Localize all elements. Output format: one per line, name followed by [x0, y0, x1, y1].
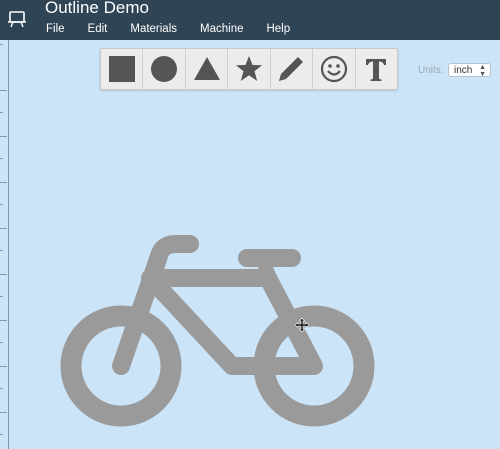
text-tool[interactable]: [356, 49, 397, 89]
units-label: Units:: [418, 65, 444, 76]
text-icon: [366, 59, 387, 81]
triangle-icon: [193, 57, 220, 80]
menu-machine[interactable]: Machine: [200, 22, 243, 38]
app-header: Outline Demo File Edit Materials Machine…: [0, 0, 500, 40]
pencil-icon: [279, 57, 304, 81]
vertical-ruler: [0, 40, 9, 449]
square-tool[interactable]: [101, 49, 144, 89]
star-icon: [235, 56, 262, 81]
menu-help[interactable]: Help: [266, 22, 290, 38]
menu-edit[interactable]: Edit: [88, 22, 108, 38]
emoji-tool[interactable]: [313, 49, 356, 89]
shape-toolbar: [100, 48, 398, 90]
app-logo-icon: [8, 11, 26, 28]
square-icon: [108, 56, 135, 82]
units-select[interactable]: inch ▲ ▼: [448, 63, 491, 78]
app-title: Outline Demo: [45, 0, 149, 17]
menu-bar: File Edit Materials Machine Help: [46, 22, 313, 38]
select-arrows-icon: ▲ ▼: [479, 64, 486, 78]
triangle-tool[interactable]: [186, 49, 229, 89]
menu-file[interactable]: File: [46, 22, 65, 38]
units-value: inch: [454, 65, 473, 76]
smiley-icon: [320, 55, 347, 83]
move-cursor-icon: [295, 318, 309, 332]
pencil-tool[interactable]: [271, 49, 314, 89]
circle-tool[interactable]: [143, 49, 186, 89]
circle-icon: [151, 56, 178, 82]
star-tool[interactable]: [228, 49, 271, 89]
menu-materials[interactable]: Materials: [130, 22, 177, 38]
design-canvas[interactable]: [0, 40, 500, 449]
